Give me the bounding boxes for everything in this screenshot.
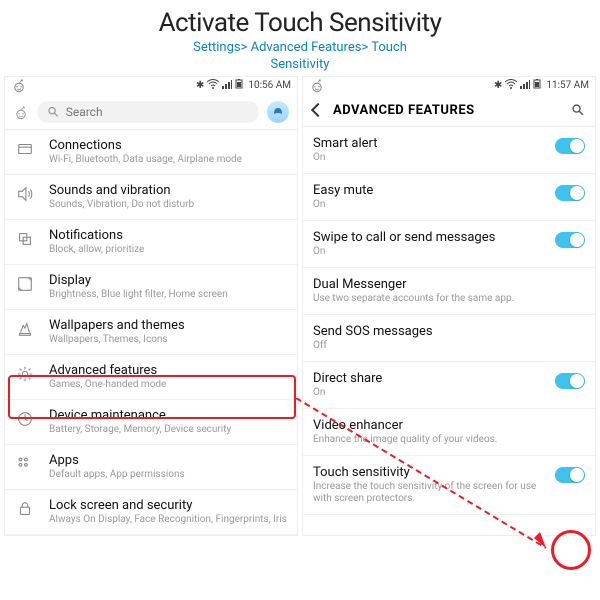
battery-icon bbox=[235, 79, 245, 92]
item-icon bbox=[11, 408, 39, 428]
status-bar: ✱ 10:56 AM bbox=[5, 77, 297, 95]
breadcrumb: Settings> Advanced Features> Touch Sensi… bbox=[0, 40, 600, 74]
item-icon bbox=[11, 363, 39, 383]
status-bar: ✱ 11:57 AM bbox=[303, 77, 595, 95]
reddit-icon bbox=[11, 79, 27, 93]
feature-item[interactable]: Direct shareOn bbox=[303, 362, 595, 409]
feature-item[interactable]: Touch sensitivityIncrease the touch sens… bbox=[303, 456, 595, 515]
toggle-switch[interactable] bbox=[555, 373, 585, 389]
item-subtitle: Sounds, Vibration, Do not disturb bbox=[49, 199, 287, 211]
item-title: Advanced features bbox=[49, 363, 287, 378]
item-title: Touch sensitivity bbox=[313, 465, 547, 480]
bluetooth-icon: ✱ bbox=[494, 80, 502, 91]
item-subtitle: Default apps, App permissions bbox=[49, 469, 287, 481]
search-input[interactable] bbox=[66, 105, 249, 119]
feature-item[interactable]: Smart alertOn bbox=[303, 127, 595, 174]
features-list: Smart alertOnEasy muteOnSwipe to call or… bbox=[303, 127, 595, 515]
item-subtitle: Always On Display, Face Recognition, Fin… bbox=[49, 514, 287, 526]
item-subtitle: On bbox=[313, 246, 547, 258]
feature-item[interactable]: Easy muteOn bbox=[303, 174, 595, 221]
title-row: ADVANCED FEATURES bbox=[303, 95, 595, 127]
toggle-switch[interactable] bbox=[555, 138, 585, 154]
item-subtitle: Wallpapers, Themes, Icons bbox=[49, 334, 287, 346]
item-title: Easy mute bbox=[313, 183, 547, 198]
item-title: Display bbox=[49, 273, 287, 288]
item-icon bbox=[11, 498, 39, 518]
page-header: Activate Touch Sensitivity Settings> Adv… bbox=[0, 0, 600, 76]
item-subtitle: Battery, Storage, Memory, Device securit… bbox=[49, 424, 287, 436]
settings-item[interactable]: Wallpapers and themesWallpapers, Themes,… bbox=[5, 310, 297, 355]
clock-text: 10:56 AM bbox=[248, 80, 291, 91]
signal-icon bbox=[520, 79, 530, 92]
item-icon bbox=[11, 273, 39, 293]
item-subtitle: Wi-Fi, Bluetooth, Data usage, Airplane m… bbox=[49, 154, 287, 166]
item-title: Apps bbox=[49, 453, 287, 468]
item-title: Video enhancer bbox=[313, 418, 577, 433]
settings-item[interactable]: DisplayBrightness, Blue light filter, Ho… bbox=[5, 265, 297, 310]
item-title: Connections bbox=[49, 138, 287, 153]
item-icon bbox=[11, 453, 39, 473]
clock-text: 11:57 AM bbox=[546, 80, 589, 91]
search-box[interactable] bbox=[37, 101, 259, 123]
item-title: Dual Messenger bbox=[313, 277, 577, 292]
item-icon bbox=[11, 183, 39, 203]
item-subtitle: Off bbox=[313, 340, 577, 352]
battery-icon bbox=[533, 79, 543, 92]
feature-item[interactable]: Dual MessengerUse two separate accounts … bbox=[303, 268, 595, 315]
settings-item[interactable]: Sounds and vibrationSounds, Vibration, D… bbox=[5, 175, 297, 220]
item-subtitle: On bbox=[313, 152, 547, 164]
search-row bbox=[5, 95, 297, 130]
item-icon bbox=[11, 228, 39, 248]
settings-item[interactable]: AppsDefault apps, App permissions bbox=[5, 445, 297, 490]
feature-item[interactable]: Video enhancerEnhance the image quality … bbox=[303, 409, 595, 456]
settings-item[interactable]: Device maintenanceBattery, Storage, Memo… bbox=[5, 400, 297, 445]
item-subtitle: Block, allow, prioritize bbox=[49, 244, 287, 256]
item-title: Sounds and vibration bbox=[49, 183, 287, 198]
item-subtitle: Increase the touch sensitivity of the sc… bbox=[313, 481, 547, 505]
item-subtitle: Games, One-handed mode bbox=[49, 379, 287, 391]
item-title: Swipe to call or send messages bbox=[313, 230, 547, 245]
item-icon bbox=[11, 138, 39, 158]
item-title: Wallpapers and themes bbox=[49, 318, 287, 333]
toggle-switch[interactable] bbox=[555, 467, 585, 483]
highlight-circle bbox=[551, 530, 591, 570]
item-title: Notifications bbox=[49, 228, 287, 243]
page-title: Activate Touch Sensitivity bbox=[0, 8, 600, 38]
settings-item[interactable]: Advanced featuresGames, One-handed mode bbox=[5, 355, 297, 400]
item-title: Lock screen and security bbox=[49, 498, 287, 513]
settings-list: ConnectionsWi-Fi, Bluetooth, Data usage,… bbox=[5, 130, 297, 535]
toggle-switch[interactable] bbox=[555, 232, 585, 248]
item-icon bbox=[11, 318, 39, 338]
search-icon[interactable] bbox=[571, 103, 585, 117]
item-title: Send SOS messages bbox=[313, 324, 577, 339]
item-subtitle: On bbox=[313, 199, 547, 211]
bluetooth-icon: ✱ bbox=[196, 80, 204, 91]
settings-item[interactable]: NotificationsBlock, allow, prioritize bbox=[5, 220, 297, 265]
settings-item[interactable]: Lock screen and securityAlways On Displa… bbox=[5, 490, 297, 535]
back-icon[interactable] bbox=[311, 103, 325, 117]
signal-icon bbox=[222, 79, 232, 92]
phone-advanced: ✱ 11:57 AM ADVANCED FEATURES Smart alert… bbox=[302, 76, 596, 536]
app-icon bbox=[13, 105, 29, 119]
search-icon bbox=[47, 105, 60, 119]
item-subtitle: Enhance the image quality of your videos… bbox=[313, 434, 577, 446]
item-title: Smart alert bbox=[313, 136, 547, 151]
settings-item[interactable]: ConnectionsWi-Fi, Bluetooth, Data usage,… bbox=[5, 130, 297, 175]
wifi-icon bbox=[207, 79, 219, 92]
item-title: Device maintenance bbox=[49, 408, 287, 423]
item-subtitle: Brightness, Blue light filter, Home scre… bbox=[49, 289, 287, 301]
feature-item[interactable]: Swipe to call or send messagesOn bbox=[303, 221, 595, 268]
reddit-icon bbox=[309, 79, 325, 93]
wifi-icon bbox=[505, 79, 517, 92]
avatar[interactable] bbox=[267, 101, 289, 123]
screen-title: ADVANCED FEATURES bbox=[333, 103, 475, 118]
item-subtitle: On bbox=[313, 387, 547, 399]
item-subtitle: Use two separate accounts for the same a… bbox=[313, 293, 577, 305]
toggle-switch[interactable] bbox=[555, 185, 585, 201]
feature-item[interactable]: Send SOS messagesOff bbox=[303, 315, 595, 362]
phone-settings: ✱ 10:56 AM ConnectionsWi-Fi, Bluetooth, … bbox=[4, 76, 298, 536]
item-title: Direct share bbox=[313, 371, 547, 386]
